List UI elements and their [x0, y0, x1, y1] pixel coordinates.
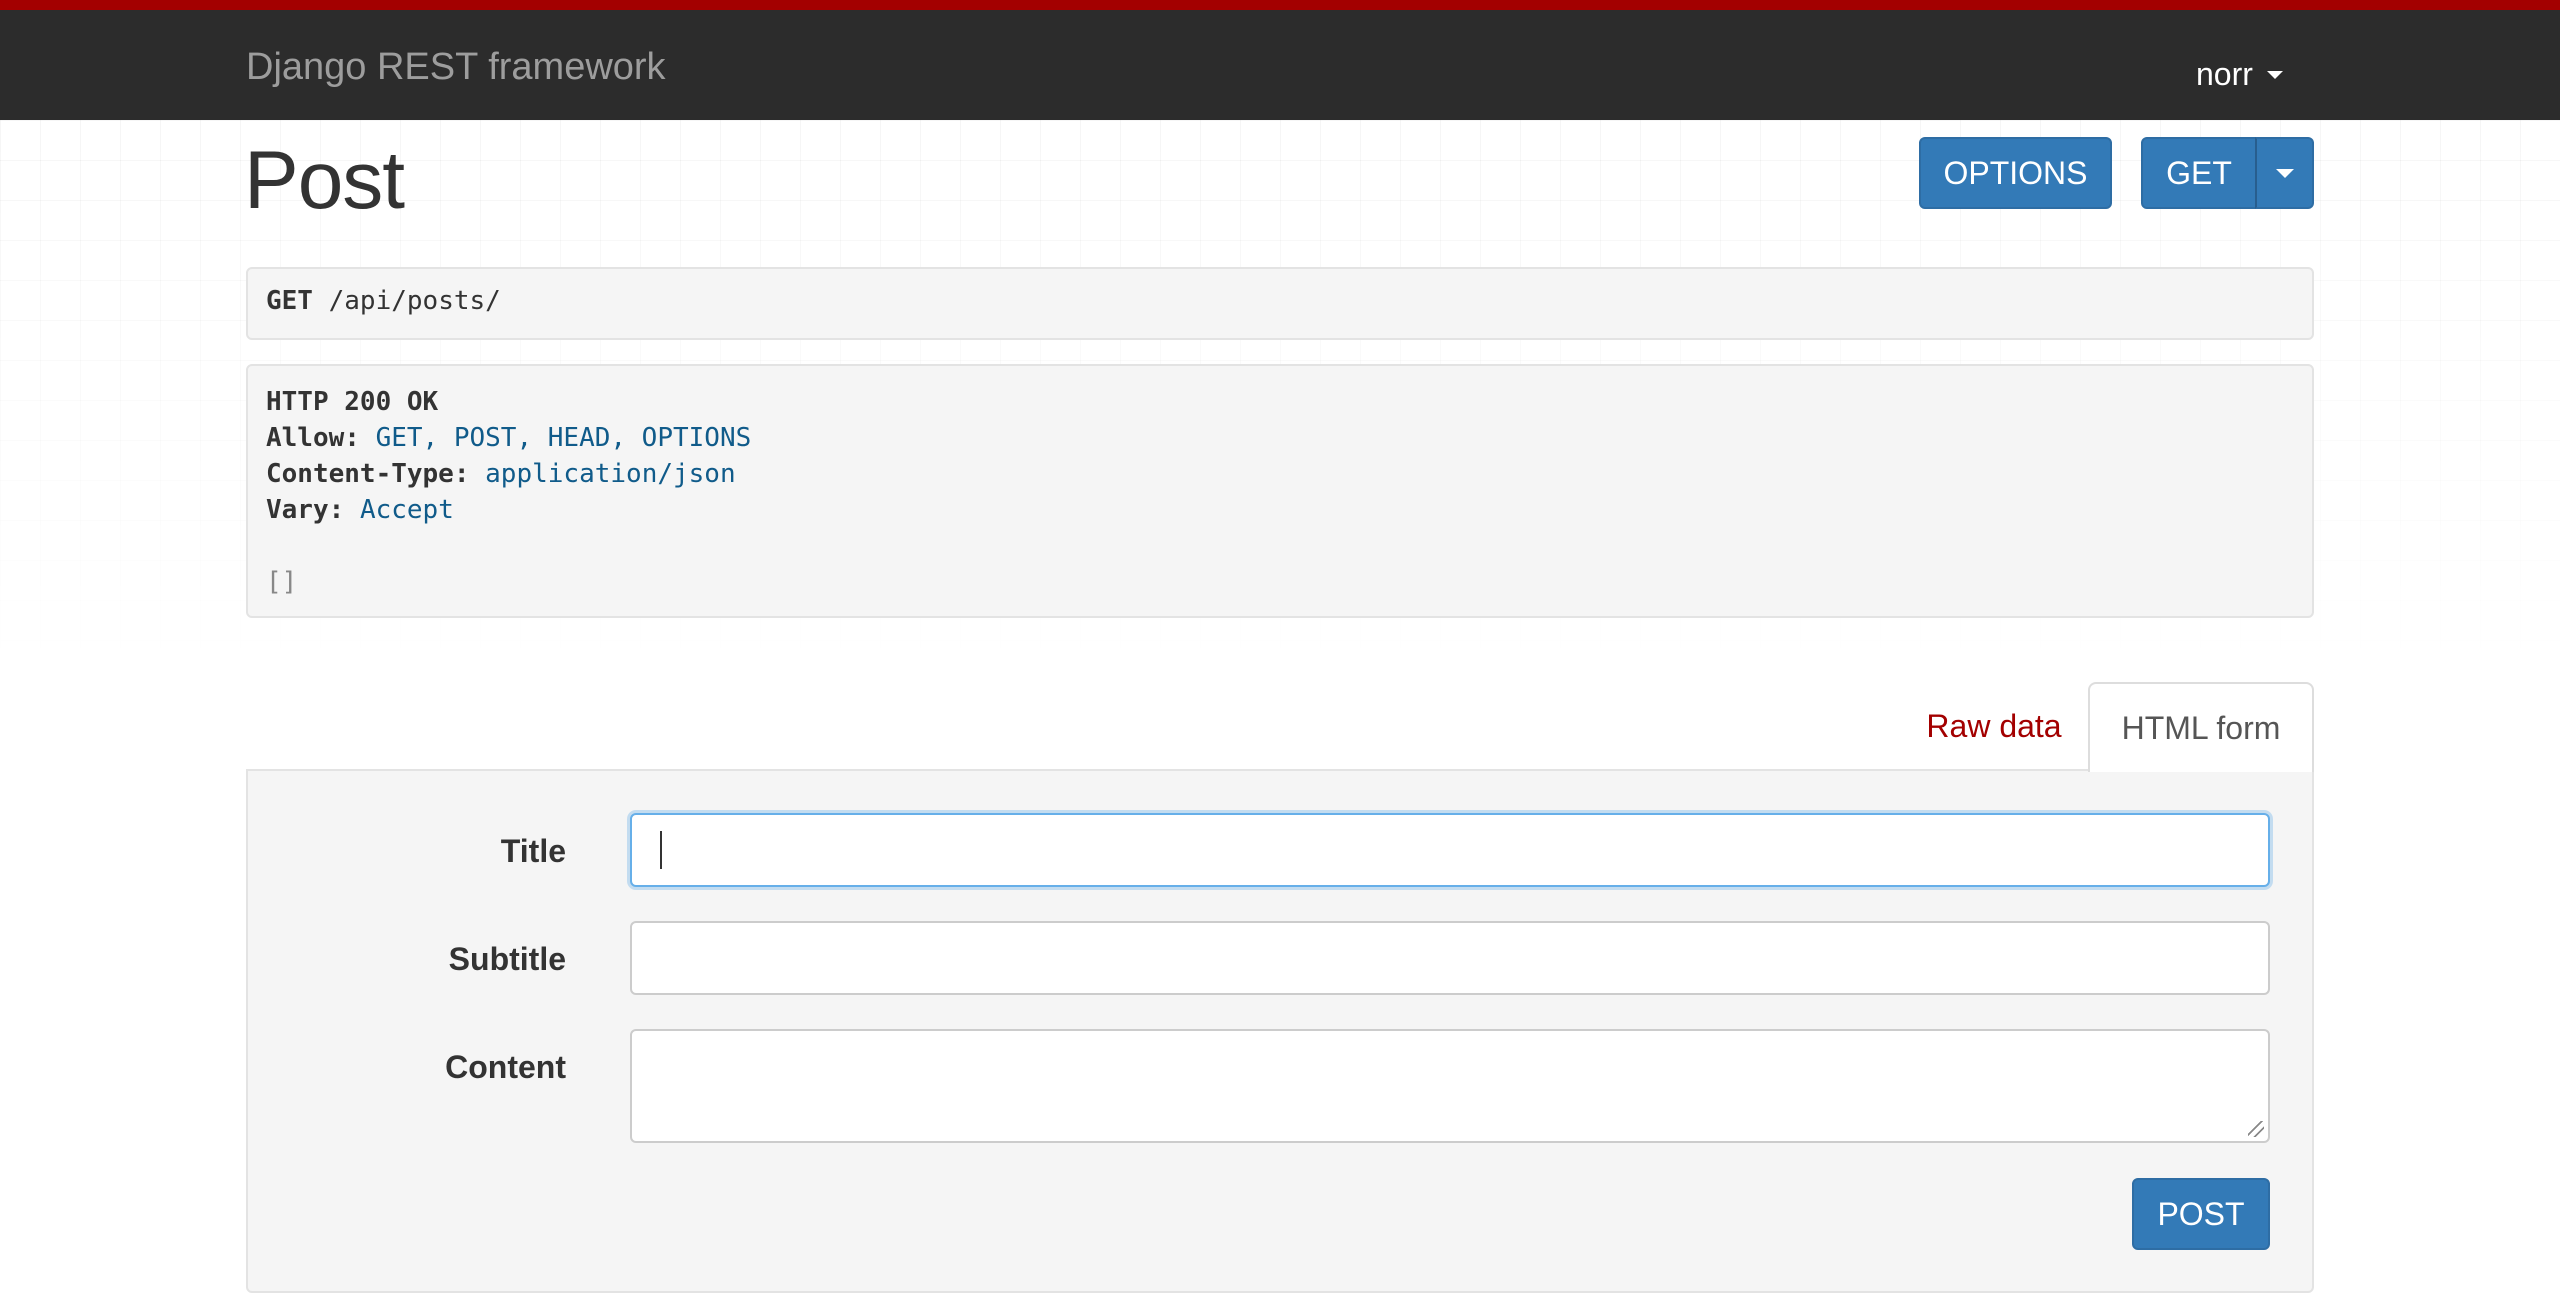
text-cursor: [660, 831, 662, 869]
navbar: Django REST framework norr: [0, 0, 2560, 120]
tab-raw-data[interactable]: Raw data: [1900, 682, 2088, 770]
content-textarea[interactable]: [630, 1029, 2270, 1143]
header-key: Content-Type:: [266, 459, 470, 489]
options-button[interactable]: OPTIONS: [1919, 137, 2112, 209]
tab-html-form[interactable]: HTML form: [2088, 682, 2314, 772]
username: norr: [2196, 56, 2253, 92]
response-header: Allow: GET, POST, HEAD, OPTIONS: [266, 420, 2294, 456]
response-header: Content-Type: application/json: [266, 456, 2294, 492]
caret-down-icon: [2275, 168, 2294, 178]
header-key: Vary:: [266, 495, 345, 525]
header-key: Allow:: [266, 423, 360, 453]
get-button[interactable]: GET: [2141, 137, 2257, 209]
response-header: Vary: Accept: [266, 492, 2294, 528]
response-body: []: [266, 567, 298, 597]
user-menu[interactable]: norr: [2196, 56, 2283, 93]
post-button[interactable]: POST: [2132, 1178, 2270, 1250]
get-format-dropdown-button[interactable]: [2255, 137, 2314, 209]
response-status: HTTP 200 OK: [266, 387, 439, 417]
textarea-resize-icon[interactable]: [2248, 1121, 2264, 1137]
response-info: HTTP 200 OK Allow: GET, POST, HEAD, OPTI…: [246, 364, 2314, 618]
request-path: /api/posts/: [328, 286, 501, 316]
page: Django REST framework norr Post OPTIONS …: [0, 0, 2560, 1316]
header-value: application/json: [485, 459, 736, 489]
content-label: Content: [445, 1049, 566, 1085]
request-method: GET: [266, 286, 313, 316]
subtitle-label: Subtitle: [448, 941, 566, 977]
header-value: Accept: [359, 495, 454, 525]
title-input[interactable]: [630, 813, 2270, 887]
page-title: Post: [244, 135, 405, 226]
request-info: GET /api/posts/: [246, 267, 2314, 340]
brand-link[interactable]: Django REST framework: [246, 46, 666, 89]
title-label: Title: [500, 833, 566, 869]
caret-down-icon: [2266, 70, 2283, 79]
subtitle-input[interactable]: [630, 921, 2270, 995]
header-value: GET, POST, HEAD, OPTIONS: [375, 423, 752, 453]
